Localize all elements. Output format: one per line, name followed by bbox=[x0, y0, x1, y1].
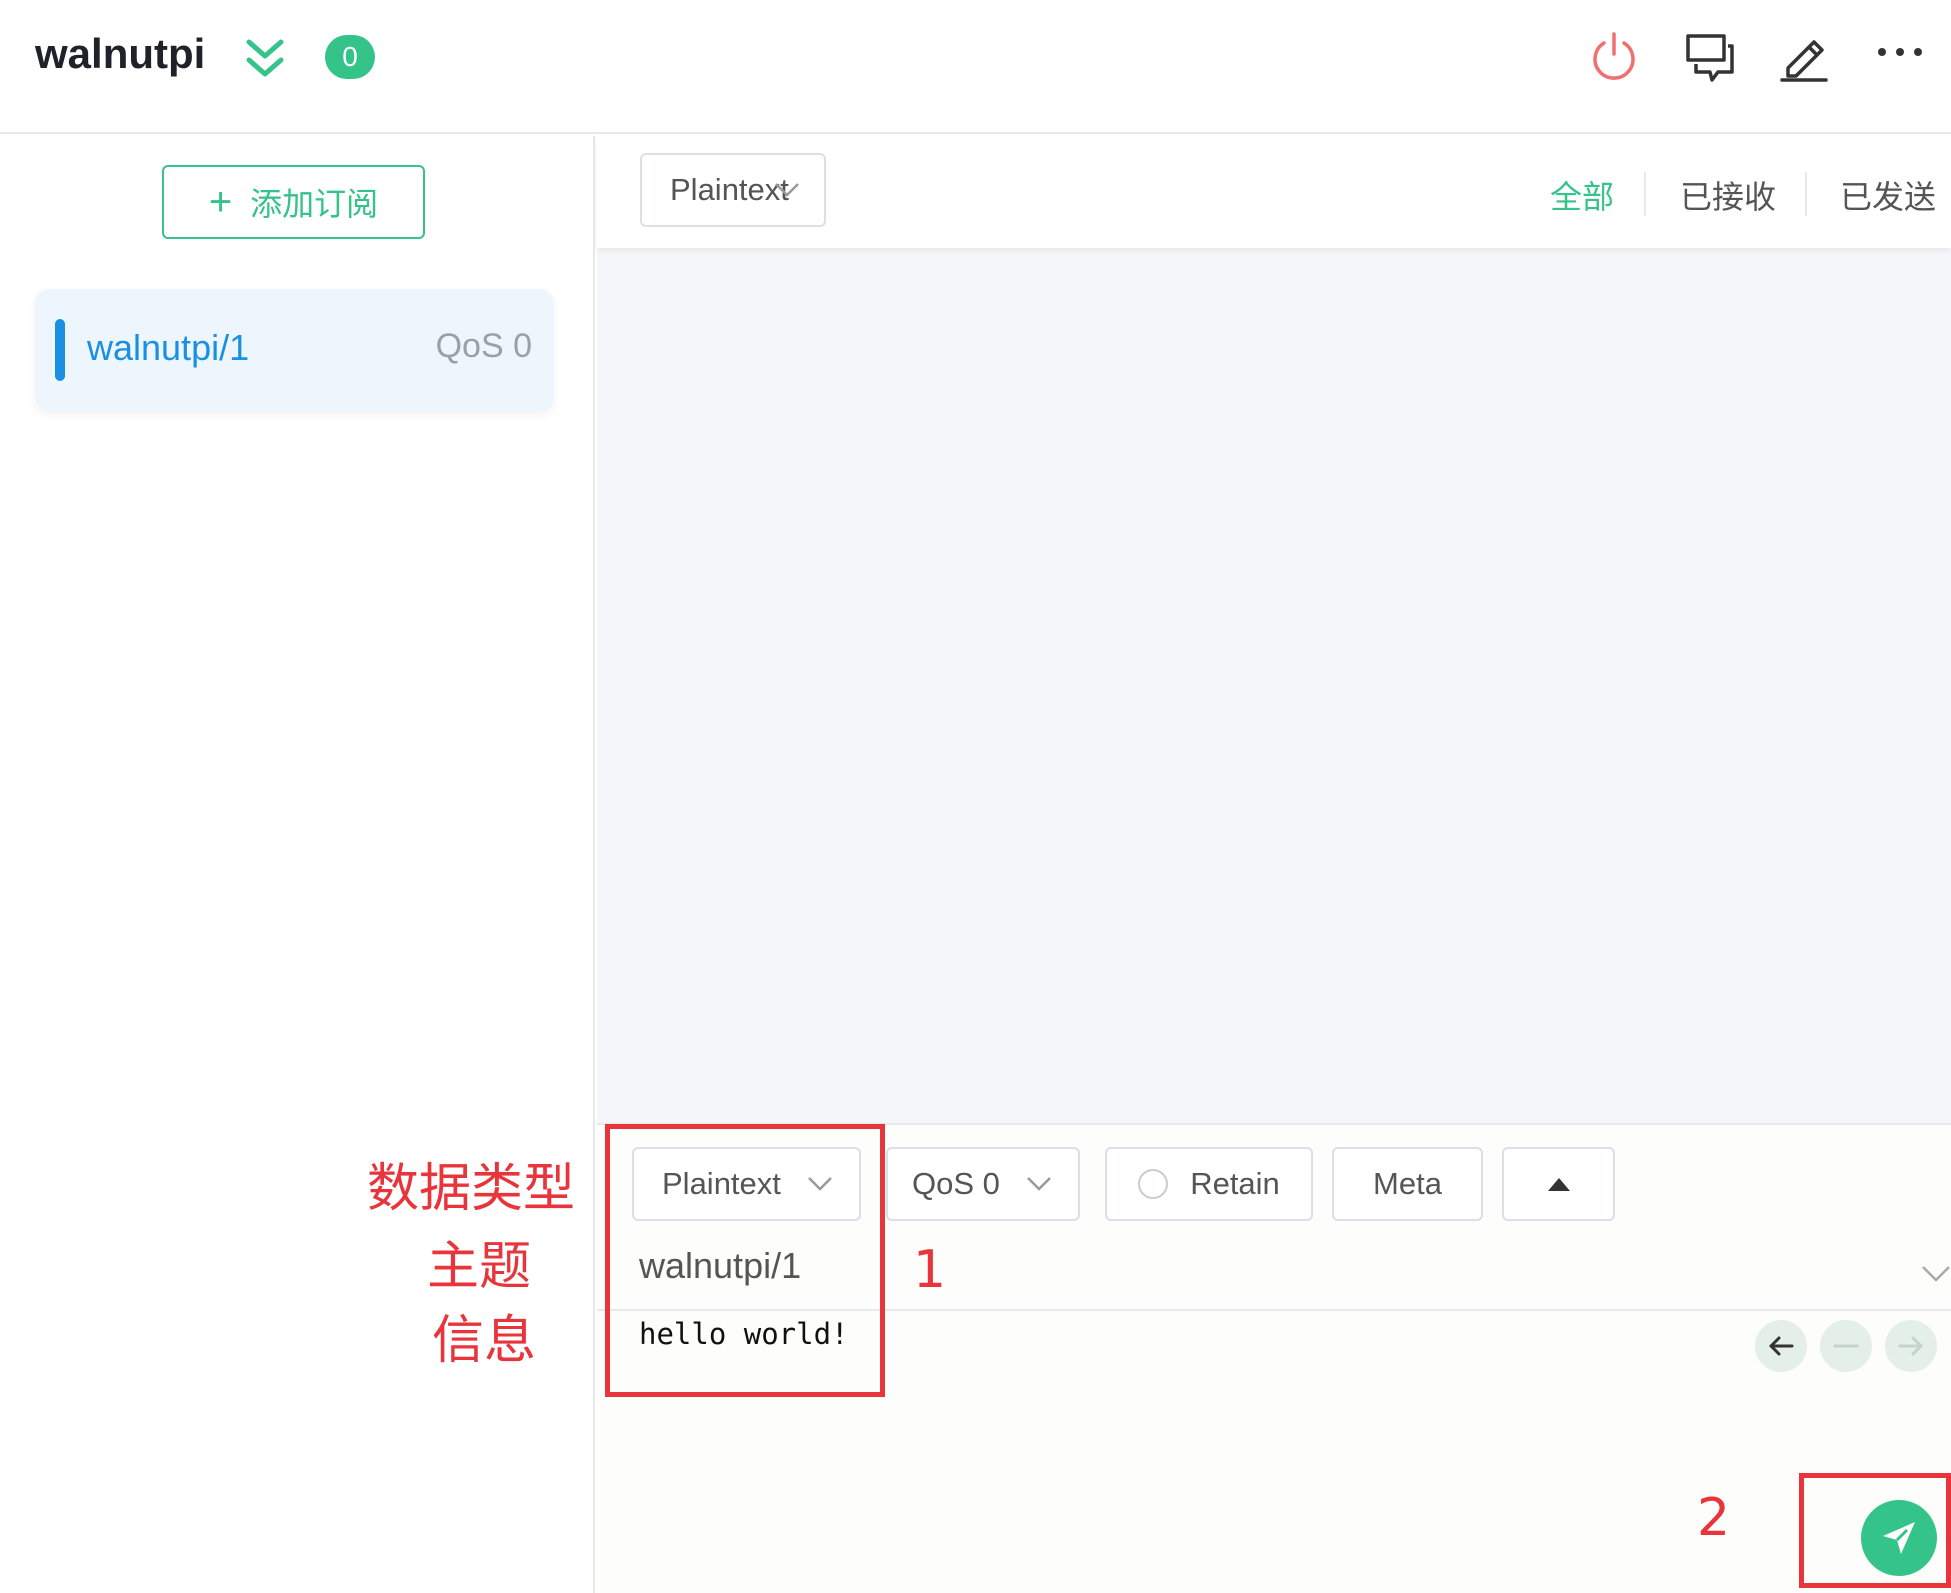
meta-button[interactable]: Meta bbox=[1332, 1147, 1483, 1221]
meta-label: Meta bbox=[1373, 1166, 1442, 1201]
publish-panel: Plaintext QoS 0 Retain Meta walnutpi/1 h… bbox=[597, 1123, 1951, 1593]
add-subscription-button[interactable]: + 添加订阅 bbox=[162, 165, 425, 239]
topic-divider bbox=[597, 1309, 1951, 1311]
send-button[interactable] bbox=[1861, 1500, 1937, 1576]
subscription-qos: QoS 0 bbox=[435, 327, 532, 365]
unread-count-badge: 0 bbox=[325, 35, 375, 79]
chevron-down-icon bbox=[775, 183, 799, 197]
chevron-down-icon[interactable] bbox=[1921, 1265, 1951, 1283]
subscription-color-bar bbox=[55, 319, 65, 381]
subscriptions-sidebar: + 添加订阅 walnutpi/1 QoS 0 bbox=[0, 136, 595, 1593]
chevron-down-icon bbox=[1027, 1177, 1051, 1191]
plus-icon: + bbox=[208, 180, 233, 224]
caret-up-icon bbox=[1547, 1177, 1570, 1191]
minus-icon bbox=[1833, 1344, 1859, 1348]
edit-icon[interactable] bbox=[1776, 28, 1832, 84]
publish-qos-value: QoS 0 bbox=[912, 1166, 1000, 1201]
chat-icon[interactable] bbox=[1682, 28, 1738, 84]
add-subscription-label: 添加订阅 bbox=[250, 186, 379, 222]
subscription-topic: walnutpi/1 bbox=[87, 327, 250, 368]
publish-format-value: Plaintext bbox=[662, 1166, 781, 1201]
filter-divider bbox=[1644, 172, 1646, 216]
annotation-label-message: 信息 bbox=[432, 1311, 537, 1371]
publish-qos-select[interactable]: QoS 0 bbox=[886, 1147, 1080, 1221]
connection-header: walnutpi 0 bbox=[0, 0, 1951, 134]
arrow-right-icon bbox=[1898, 1336, 1923, 1356]
message-format-value: Plaintext bbox=[670, 172, 789, 207]
more-icon[interactable] bbox=[1872, 28, 1928, 84]
radio-icon bbox=[1138, 1169, 1169, 1199]
send-icon bbox=[1883, 1522, 1915, 1554]
power-icon[interactable] bbox=[1586, 28, 1642, 84]
publish-format-select[interactable]: Plaintext bbox=[632, 1147, 861, 1221]
filter-received[interactable]: 已接收 bbox=[1680, 172, 1776, 218]
annotation-label-data-type: 数据类型 bbox=[367, 1159, 576, 1219]
history-clear-button[interactable] bbox=[1820, 1320, 1872, 1372]
collapse-icon[interactable] bbox=[245, 36, 285, 80]
message-toolbar: Plaintext 全部 已接收 已发送 bbox=[597, 136, 1951, 248]
retain-toggle[interactable]: Retain bbox=[1105, 1147, 1313, 1221]
filter-sent[interactable]: 已发送 bbox=[1840, 172, 1936, 218]
chevron-down-icon bbox=[808, 1177, 832, 1191]
history-previous-button[interactable] bbox=[1755, 1320, 1807, 1372]
filter-divider bbox=[1805, 172, 1807, 216]
connection-name: walnutpi bbox=[35, 30, 206, 77]
publish-topic-input[interactable]: walnutpi/1 bbox=[639, 1245, 801, 1287]
history-next-button[interactable] bbox=[1885, 1320, 1937, 1372]
subscription-item[interactable]: walnutpi/1 QoS 0 bbox=[35, 289, 554, 411]
annotation-label-topic: 主题 bbox=[427, 1237, 532, 1297]
filter-all[interactable]: 全部 bbox=[1550, 172, 1614, 218]
publish-payload-editor[interactable]: hello world! bbox=[639, 1317, 849, 1351]
message-format-select[interactable]: Plaintext bbox=[640, 153, 826, 227]
arrow-left-icon bbox=[1769, 1336, 1794, 1356]
annotation-marker-1: 1 bbox=[913, 1240, 947, 1300]
annotation-marker-2: 2 bbox=[1697, 1488, 1731, 1548]
message-list bbox=[597, 248, 1951, 1123]
expand-publish-button[interactable] bbox=[1502, 1147, 1615, 1221]
retain-label: Retain bbox=[1190, 1166, 1280, 1201]
